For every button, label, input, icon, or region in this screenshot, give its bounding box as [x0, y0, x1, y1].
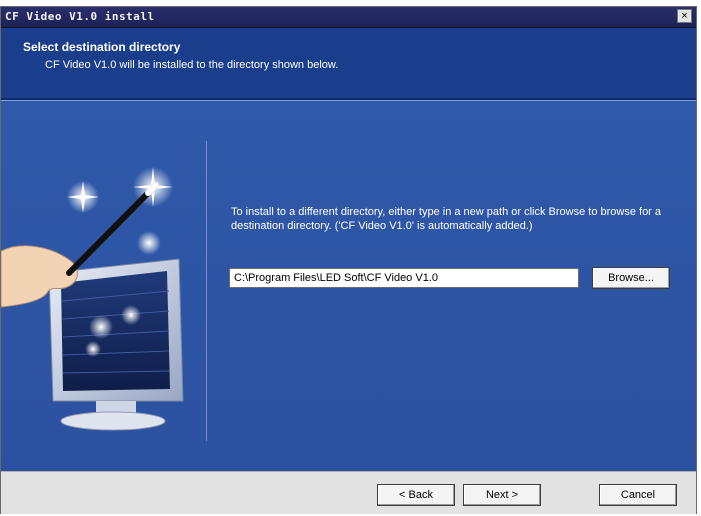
close-icon: ×	[681, 10, 688, 22]
instruction-text: To install to a different directory, eit…	[231, 206, 662, 232]
destination-path-input[interactable]: C:\Program Files\LED Soft\CF Video V1.0	[229, 268, 579, 288]
wizard-body: To install to a different directory, eit…	[1, 100, 696, 471]
panel-divider	[206, 141, 207, 441]
browse-button[interactable]: Browse...	[592, 267, 670, 289]
wizard-footer: < Back Next > Cancel	[1, 471, 696, 514]
wizard-illustration	[1, 167, 184, 431]
back-button[interactable]: < Back	[377, 484, 455, 506]
cancel-button[interactable]: Cancel	[599, 484, 677, 506]
next-button[interactable]: Next >	[463, 484, 541, 506]
close-button[interactable]: ×	[677, 9, 692, 23]
wizard-header: Select destination directory CF Video V1…	[1, 28, 696, 100]
step-subtitle: CF Video V1.0 will be installed to the d…	[45, 59, 339, 71]
installer-dialog: CF Video V1.0 install × Select destinati…	[0, 6, 697, 514]
step-title: Select destination directory	[23, 40, 181, 54]
title-bar[interactable]: CF Video V1.0 install ×	[1, 7, 696, 28]
window-title: CF Video V1.0 install	[5, 10, 155, 23]
